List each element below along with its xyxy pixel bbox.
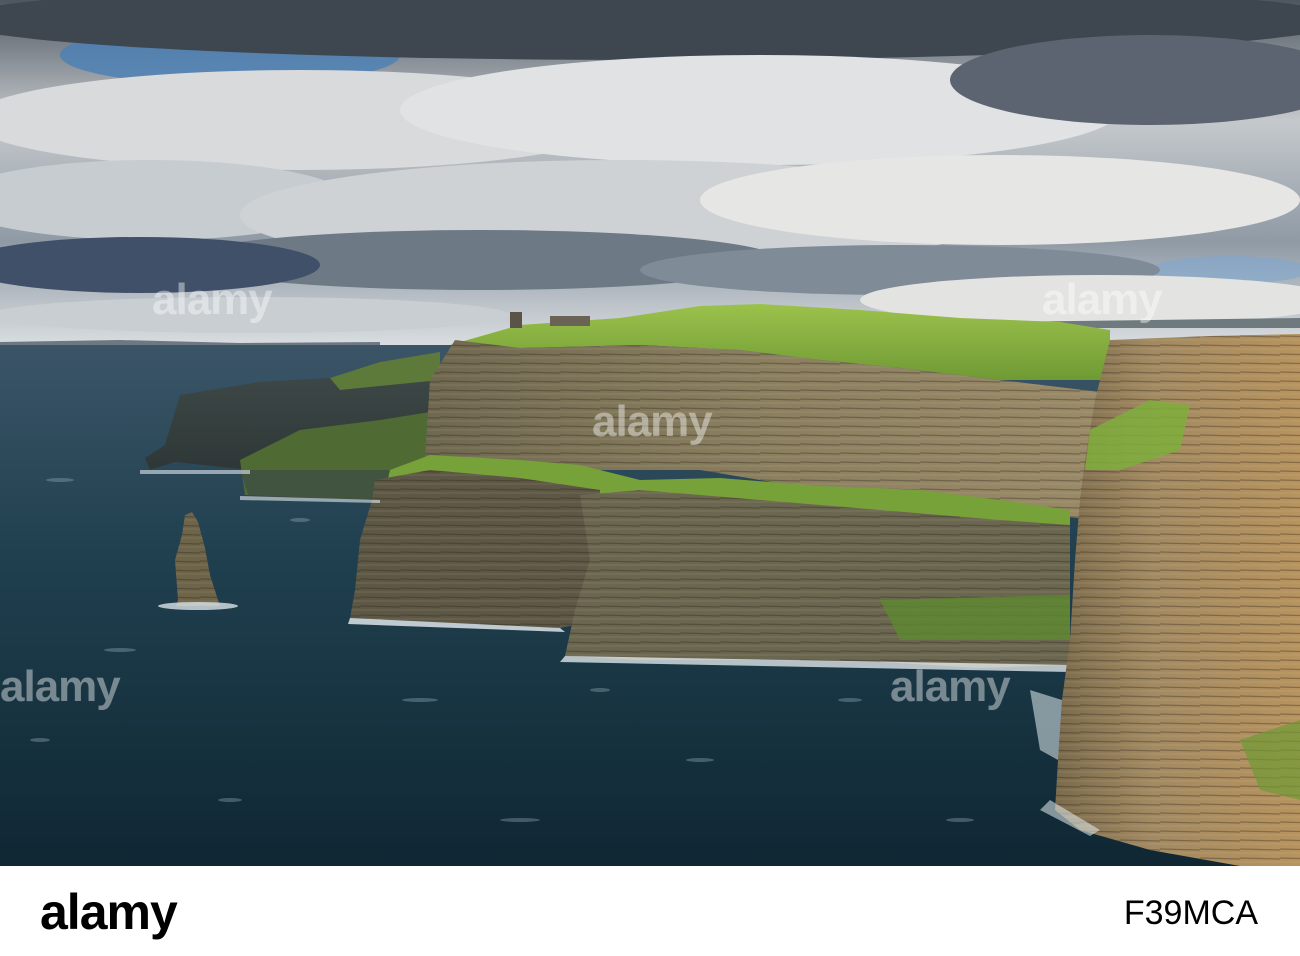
watermark-top-right: alamy [1042, 275, 1163, 324]
watermark-text: alamy [1042, 275, 1163, 324]
obriens-tower [510, 312, 522, 328]
watermark-top-left: alamy [152, 275, 273, 324]
watermark-text: alamy [592, 397, 713, 446]
watermark-top-center: alamy [592, 397, 713, 446]
watermark-text: alamy [890, 662, 1011, 711]
watermark-text: alamy [0, 662, 121, 711]
watermark-text: alamy [152, 275, 273, 324]
stock-photo-page: alamy alamy alamy alamy alamy alamy F39M… [0, 0, 1300, 956]
alamy-logo[interactable]: alamy [40, 884, 178, 940]
image-id-label: F39MCA [1123, 894, 1258, 932]
watermark-bottom-left: alamy [0, 662, 121, 711]
landscape-photo-cliffs-of-moher: alamy alamy alamy alamy alamy [0, 0, 1300, 866]
stock-footer-bar: alamy F39MCA [0, 866, 1300, 956]
watermark-bottom-right: alamy [890, 662, 1011, 711]
